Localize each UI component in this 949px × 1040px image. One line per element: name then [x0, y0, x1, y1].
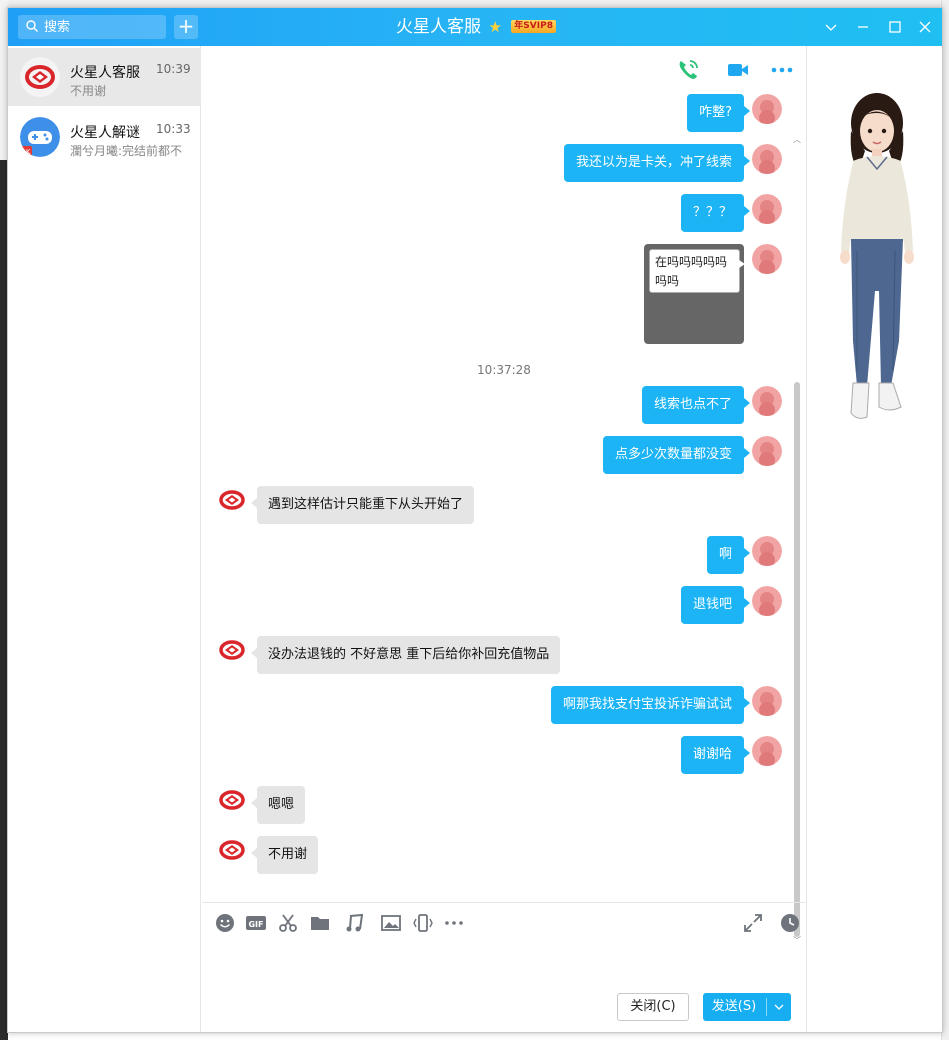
outgoing-message[interactable]: 啊那我找支付宝投诉诈骗试试	[550, 686, 751, 724]
window-title: 火星人客服	[396, 17, 482, 37]
expand-icon[interactable]	[742, 912, 764, 934]
user-avatar-icon[interactable]	[752, 244, 782, 274]
close-window-button[interactable]	[914, 16, 936, 38]
user-avatar-icon[interactable]	[752, 536, 782, 566]
user-avatar-icon[interactable]	[752, 94, 782, 124]
shake-icon[interactable]	[412, 912, 434, 934]
input-divider	[202, 902, 806, 903]
message-input[interactable]	[212, 946, 796, 994]
send-button[interactable]: 发送(S)	[703, 993, 791, 1021]
scissors-icon[interactable]	[277, 912, 299, 934]
scrollbar[interactable]	[794, 382, 800, 937]
mars-logo-icon	[20, 57, 60, 97]
chevron-down-icon[interactable]	[820, 16, 842, 38]
send-button-label: 发送(S)	[711, 999, 757, 1014]
scroll-down-arrow[interactable]: ﹀	[793, 935, 801, 946]
outgoing-message[interactable]: 啊	[706, 536, 751, 574]
user-avatar-icon[interactable]	[752, 386, 782, 416]
avatar-figure-icon[interactable]	[807, 91, 943, 431]
maximize-button[interactable]	[884, 16, 906, 38]
contact-item[interactable]: 1K 火星人解谜 10:33 瀾兮月曦:完结前都不	[8, 108, 201, 166]
contact-name: 火星人客服	[70, 65, 140, 81]
chevron-down-icon[interactable]	[767, 993, 791, 1024]
user-avatar-icon[interactable]	[752, 736, 782, 766]
contact-time: 10:33	[156, 122, 191, 136]
user-avatar-icon[interactable]	[752, 144, 782, 174]
star-icon: ★	[488, 18, 502, 36]
outgoing-message[interactable]: 线索也点不了	[641, 386, 751, 424]
history-icon[interactable]	[779, 912, 801, 934]
user-avatar-icon[interactable]	[752, 686, 782, 716]
contact-item[interactable]: 火星人客服 10:39 不用谢	[8, 48, 201, 106]
incoming-message[interactable]: 不用谢	[250, 836, 319, 874]
more-icon[interactable]	[443, 912, 465, 934]
outgoing-message[interactable]: 谢谢哈	[680, 736, 751, 774]
search-input[interactable]	[44, 17, 159, 37]
folder-icon[interactable]	[309, 912, 331, 934]
outgoing-message[interactable]: ？？？	[680, 194, 751, 232]
mars-logo-icon[interactable]	[218, 486, 246, 514]
message-list[interactable]: ︿ ﹀ 咋整? 我还以为是卡关，冲了线索 ？？？ 在吗吗吗吗吗吗吗 10:37:…	[202, 92, 806, 945]
svg-text:GIF: GIF	[248, 920, 263, 929]
outgoing-message[interactable]: 退钱吧	[680, 586, 751, 624]
search-box[interactable]	[18, 15, 166, 39]
phone-icon[interactable]	[676, 58, 700, 82]
gif-icon[interactable]: GIF	[245, 912, 267, 934]
video-call-icon[interactable]	[726, 58, 750, 82]
incoming-message[interactable]: 遇到这样估计只能重下从头开始了	[250, 486, 475, 524]
title-bar[interactable]: + 火星人客服 ★ 年SVIP8	[8, 8, 942, 46]
chat-window: + 火星人客服 ★ 年SVIP8	[7, 7, 943, 1033]
mars-logo-icon[interactable]	[218, 786, 246, 814]
search-icon	[26, 20, 38, 32]
contact-badge: 1K	[21, 148, 30, 156]
contact-time: 10:39	[156, 62, 191, 76]
user-avatar-icon[interactable]	[752, 436, 782, 466]
close-button[interactable]: 关闭(C)	[617, 993, 689, 1021]
user-avatar-icon[interactable]	[752, 194, 782, 224]
vip-badge[interactable]: 年SVIP8	[511, 19, 556, 33]
incoming-message[interactable]: 没办法退钱的 不好意思 重下后给你补回充值物品	[250, 636, 561, 674]
scroll-up-arrow[interactable]: ︿	[793, 134, 801, 145]
gamepad-icon: 1K	[20, 117, 60, 157]
contact-name: 火星人解谜	[70, 125, 140, 141]
minimize-button[interactable]	[852, 16, 874, 38]
contact-list: 火星人客服 10:39 不用谢 1K 火星人解谜 10:33 瀾兮月曦:完结前都…	[8, 46, 201, 1032]
more-icon[interactable]	[770, 58, 794, 82]
contact-preview: 不用谢	[70, 84, 107, 98]
image-icon[interactable]	[380, 912, 402, 934]
mars-logo-icon[interactable]	[218, 636, 246, 664]
outgoing-message[interactable]: 点多少次数量都没变	[602, 436, 751, 474]
incoming-message[interactable]: 嗯嗯	[250, 786, 306, 824]
chat-pane: ︿ ﹀ 咋整? 我还以为是卡关，冲了线索 ？？？ 在吗吗吗吗吗吗吗 10:37:…	[202, 46, 806, 1032]
add-button[interactable]: +	[174, 15, 198, 39]
image-message[interactable]: 在吗吗吗吗吗吗吗	[644, 244, 745, 344]
image-message-text: 在吗吗吗吗吗吗吗	[649, 249, 745, 293]
contact-preview: 瀾兮月曦:完结前都不	[70, 144, 183, 158]
message-timestamp: 10:37:28	[477, 363, 531, 377]
music-icon[interactable]	[344, 912, 366, 934]
outgoing-message[interactable]: 咋整?	[687, 94, 750, 132]
outgoing-message[interactable]: 我还以为是卡关，冲了线索	[563, 144, 751, 182]
mars-logo-icon[interactable]	[218, 836, 246, 864]
user-avatar-icon[interactable]	[752, 586, 782, 616]
emoji-icon[interactable]	[214, 912, 236, 934]
avatar-show-panel	[806, 46, 943, 1032]
